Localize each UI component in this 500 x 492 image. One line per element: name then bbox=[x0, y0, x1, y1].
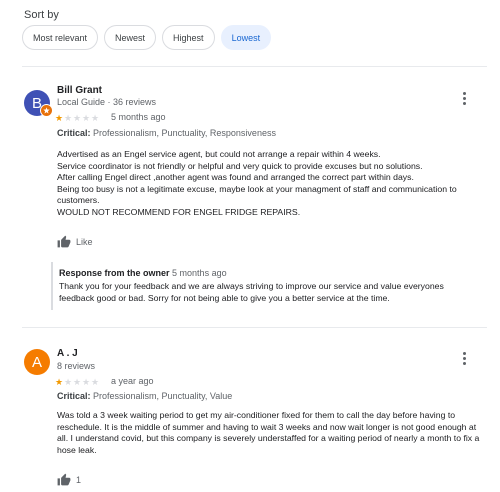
star-empty-icon: ★ bbox=[91, 113, 100, 123]
like-label: Like bbox=[76, 236, 93, 247]
critical-label: Critical: bbox=[57, 391, 91, 401]
divider bbox=[22, 66, 487, 67]
star-empty-icon: ★ bbox=[64, 377, 73, 387]
owner-response-title: Response from the owner bbox=[59, 268, 170, 278]
reviewer-meta[interactable]: Local Guide · 36 reviews bbox=[57, 97, 156, 107]
more-options-icon[interactable] bbox=[463, 352, 467, 365]
star-empty-icon: ★ bbox=[91, 377, 100, 387]
response-indent-bar bbox=[51, 262, 53, 310]
review-time: a year ago bbox=[111, 376, 154, 386]
like-count: 1 bbox=[76, 474, 82, 485]
critical-tags: Critical: Professionalism, Punctuality, … bbox=[57, 128, 276, 138]
critical-values: Professionalism, Punctuality, Value bbox=[93, 391, 233, 401]
sort-most-relevant-button[interactable]: Most relevant bbox=[22, 25, 99, 50]
sort-label: Sort by bbox=[24, 9, 59, 21]
star-filled-icon: ★ bbox=[55, 113, 64, 123]
star-empty-icon: ★ bbox=[82, 377, 91, 387]
critical-values: Professionalism, Punctuality, Responsive… bbox=[93, 128, 276, 138]
star-filled-icon: ★ bbox=[55, 377, 64, 387]
star-empty-icon: ★ bbox=[82, 113, 91, 123]
star-rating: ★ ★ ★ ★ ★ bbox=[55, 377, 100, 387]
reviewer-name[interactable]: A . J bbox=[57, 348, 78, 359]
thumbs-up-icon bbox=[57, 235, 71, 248]
owner-response-header: Response from the owner 5 months ago bbox=[59, 268, 227, 278]
critical-label: Critical: bbox=[57, 128, 91, 138]
sort-highest-button[interactable]: Highest bbox=[162, 25, 215, 50]
sort-lowest-button[interactable]: Lowest bbox=[220, 25, 272, 50]
star-empty-icon: ★ bbox=[73, 113, 82, 123]
reviewer-meta[interactable]: 8 reviews bbox=[57, 361, 95, 371]
review-text: Advertised as an Engel service agent, bu… bbox=[57, 149, 457, 217]
like-button[interactable]: 1 bbox=[57, 473, 81, 486]
sort-newest-button[interactable]: Newest bbox=[104, 25, 157, 50]
like-button[interactable]: Like bbox=[57, 235, 93, 248]
divider bbox=[22, 327, 487, 328]
star-rating: ★ ★ ★ ★ ★ bbox=[55, 113, 100, 123]
avatar[interactable]: A bbox=[24, 349, 50, 375]
local-guide-badge-icon bbox=[40, 104, 53, 117]
reviewer-name[interactable]: Bill Grant bbox=[57, 85, 102, 96]
thumbs-up-icon bbox=[57, 473, 71, 486]
review-time: 5 months ago bbox=[111, 112, 166, 122]
owner-response-text: Thank you for your feedback and we are a… bbox=[59, 281, 444, 303]
owner-response-time: 5 months ago bbox=[172, 268, 227, 278]
critical-tags: Critical: Professionalism, Punctuality, … bbox=[57, 391, 232, 401]
star-empty-icon: ★ bbox=[64, 113, 73, 123]
more-options-icon[interactable] bbox=[463, 92, 467, 105]
review-text: Was told a 3 week waiting period to get … bbox=[57, 410, 480, 455]
sort-options: Most relevant Newest Highest Lowest bbox=[22, 25, 272, 50]
star-empty-icon: ★ bbox=[73, 377, 82, 387]
